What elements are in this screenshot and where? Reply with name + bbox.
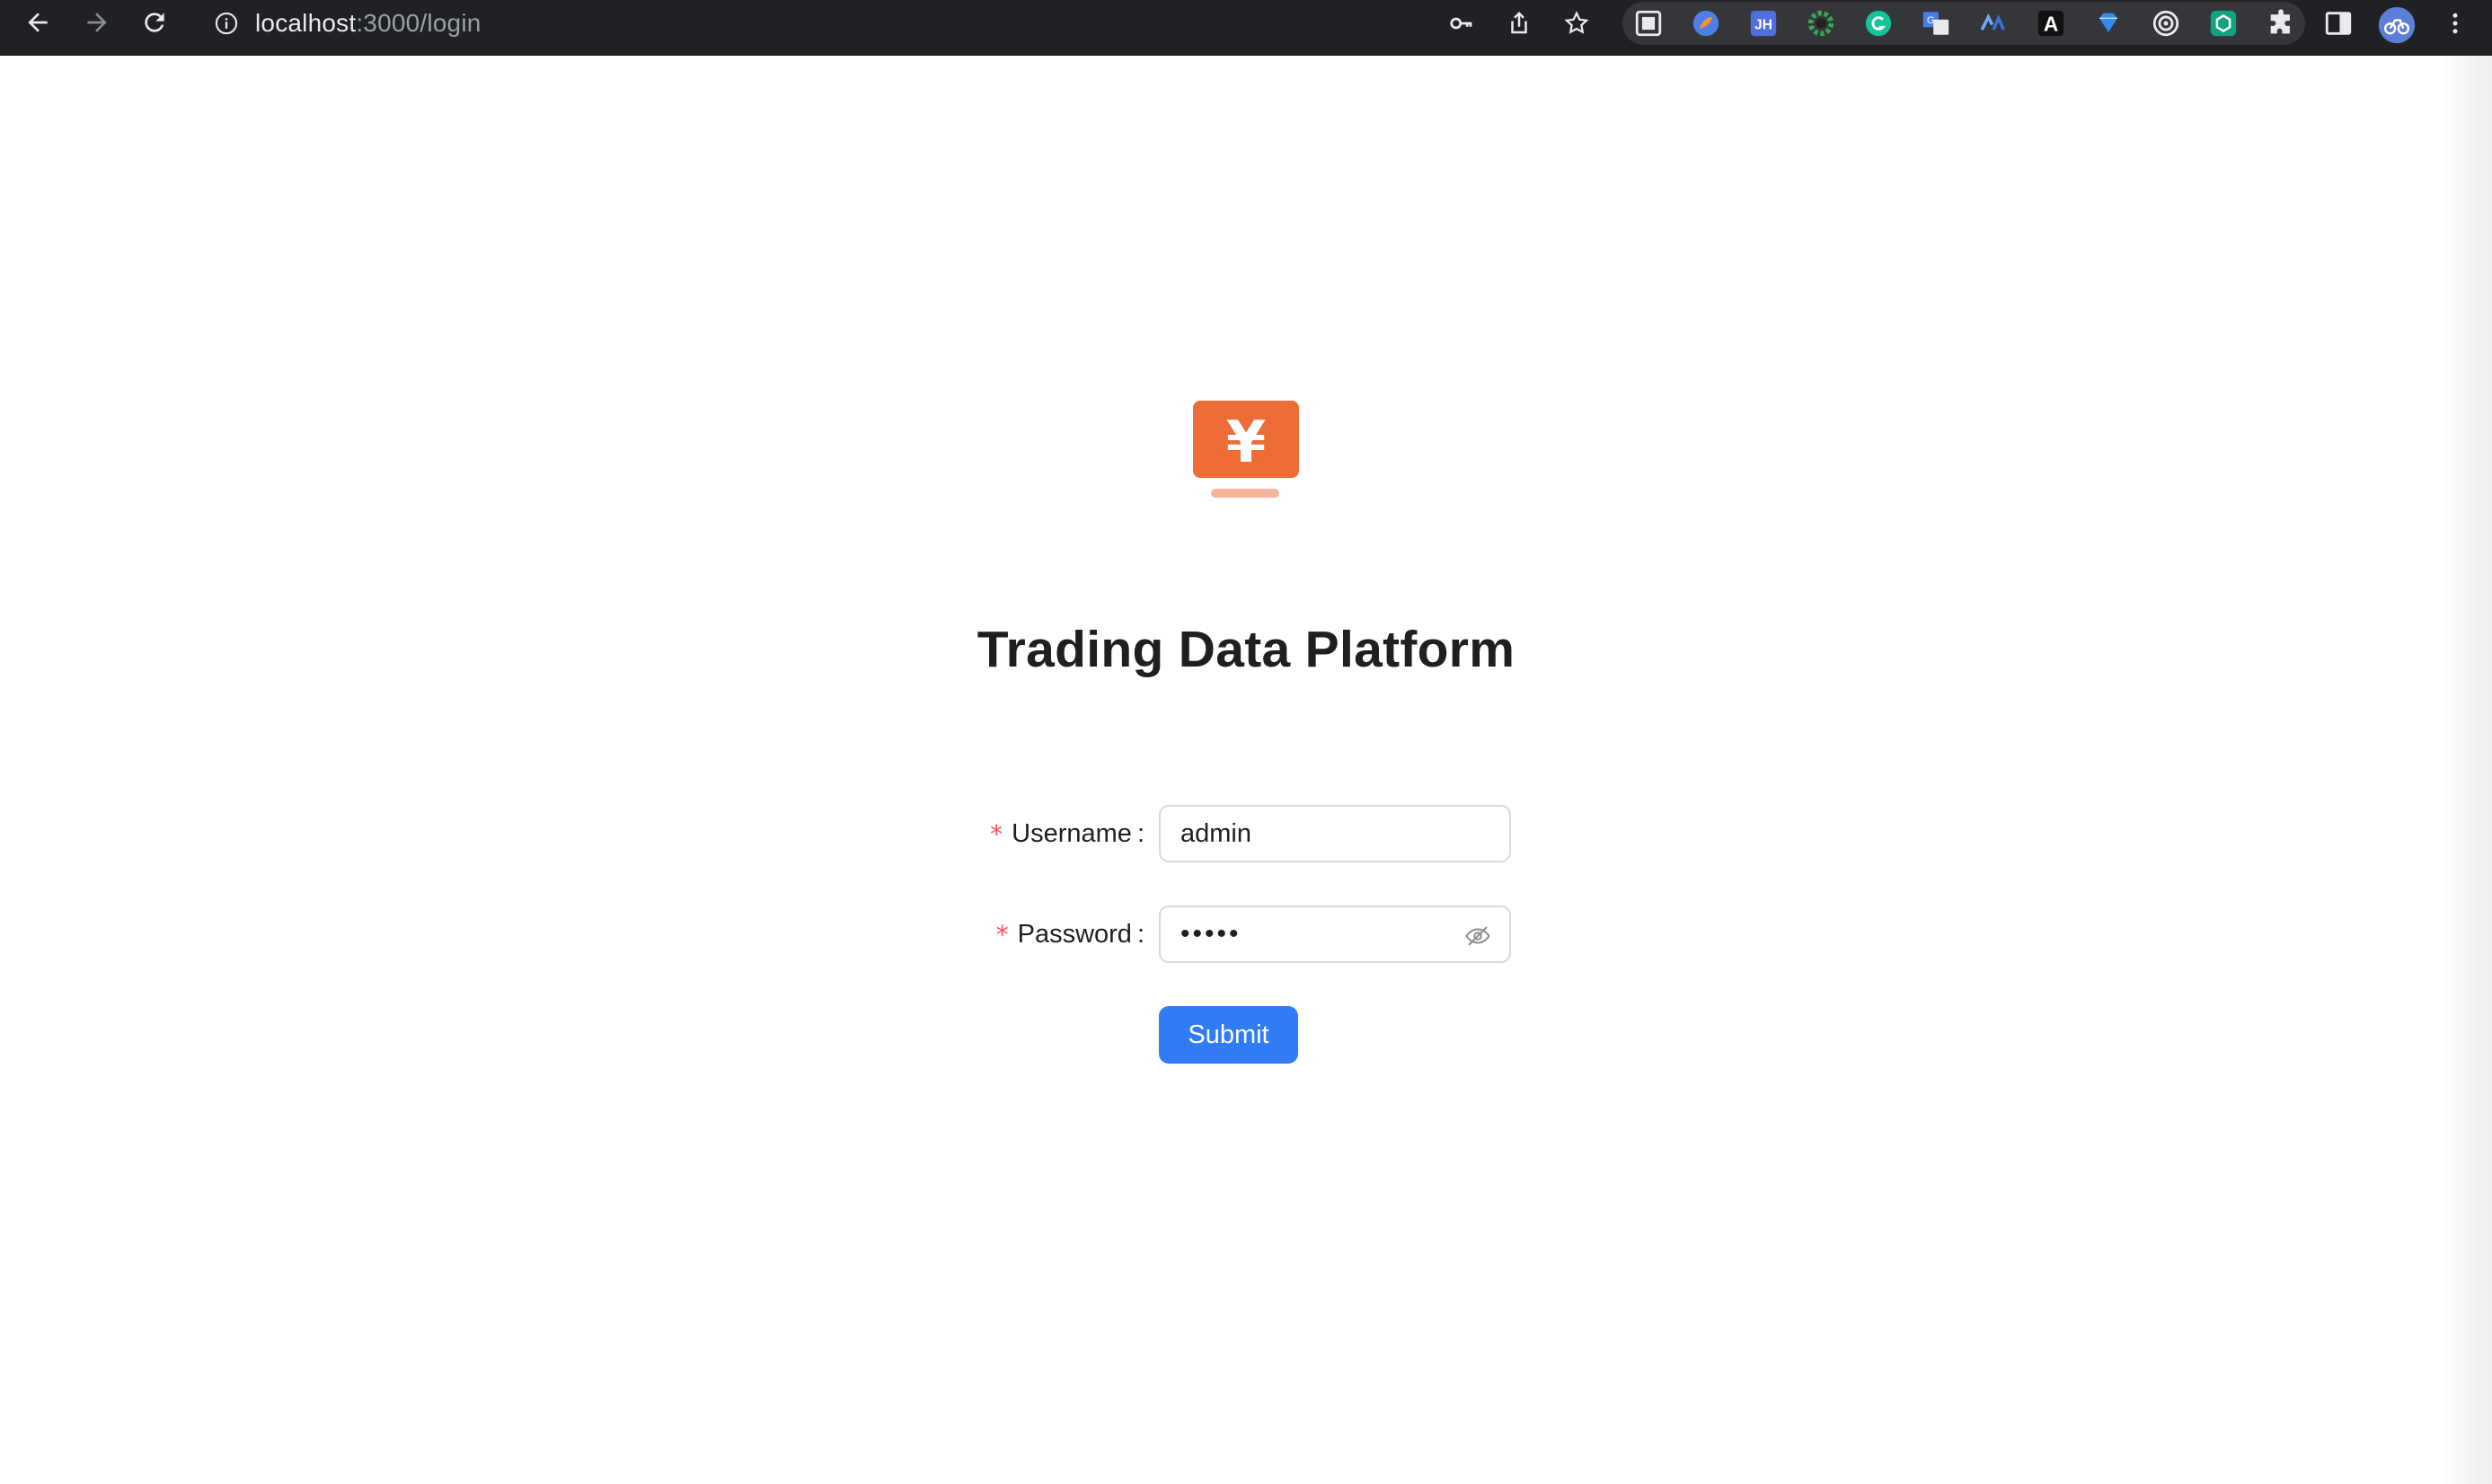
required-mark: * [995, 919, 1009, 950]
browser-toolbar: localhost:3000/login JH G A [0, 0, 2492, 56]
extension-diamond-icon[interactable] [2093, 8, 2124, 39]
page-title: Trading Data Platform [976, 621, 1516, 678]
forward-button[interactable] [79, 4, 115, 40]
extensions-area [1622, 2, 2305, 45]
extension-jh-icon[interactable]: JH [1748, 8, 1779, 39]
extensions-puzzle-icon[interactable] [2266, 8, 2296, 39]
extension-a-label: A [2044, 13, 2058, 36]
svg-text:G: G [1927, 15, 1935, 26]
password-row: * Password : ••••• [0, 905, 2492, 963]
url-path: :3000/login [356, 9, 482, 37]
eye-invisible-icon[interactable] [1464, 923, 1491, 950]
arrow-right-icon [87, 13, 107, 32]
extension-orange-circle-icon[interactable] [1691, 8, 1721, 39]
back-button[interactable] [20, 4, 56, 40]
label-colon: : [1136, 919, 1144, 949]
extension-a-icon[interactable]: A [2036, 8, 2066, 39]
extension-grammarly-icon[interactable] [1863, 8, 1894, 39]
extension-hexagon-icon[interactable] [2208, 8, 2239, 39]
password-key-icon[interactable] [1446, 8, 1477, 39]
extension-translate-icon[interactable]: G [1921, 8, 1951, 39]
submit-button[interactable]: Submit [1159, 1006, 1298, 1064]
side-panel-icon[interactable] [2323, 8, 2354, 39]
page-edge-shadow [2438, 56, 2492, 1484]
password-label-text: Password [1017, 919, 1132, 949]
username-label-text: Username [1012, 818, 1132, 848]
reload-button[interactable] [137, 4, 172, 40]
extension-jh-label: JH [1754, 17, 1772, 32]
password-input[interactable]: ••••• [1159, 905, 1511, 963]
profile-avatar[interactable] [2377, 5, 2417, 45]
info-icon[interactable] [214, 11, 239, 36]
label-colon: : [1136, 818, 1144, 848]
extension-target-icon[interactable] [2151, 8, 2181, 39]
url-host: localhost [255, 9, 357, 37]
arrow-left-icon [28, 13, 48, 32]
username-input[interactable]: admin [1159, 805, 1511, 862]
reload-icon [145, 13, 164, 32]
extension-pa-icon[interactable] [1978, 8, 2009, 39]
username-row: * Username : admin [0, 805, 2492, 862]
extension-green-gear-icon[interactable] [1806, 8, 1836, 39]
password-masked-value: ••••• [1180, 919, 1242, 949]
username-value: admin [1180, 818, 1251, 848]
login-page [0, 56, 2492, 1484]
password-label: * Password : [996, 905, 1144, 963]
logo-yen-glyph: ¥ [1226, 410, 1267, 476]
url-text[interactable]: localhost:3000/login [255, 9, 482, 38]
share-icon[interactable] [1504, 8, 1534, 39]
extension-square-icon[interactable] [1633, 8, 1664, 39]
browser-menu-icon[interactable] [2442, 8, 2469, 39]
required-mark: * [990, 818, 1003, 849]
trading-logo-icon: ¥ [1193, 401, 1299, 498]
bookmark-star-icon[interactable] [1561, 8, 1592, 39]
username-label: * Username : [990, 805, 1144, 862]
address-bar[interactable]: localhost:3000/login [196, 4, 1608, 43]
